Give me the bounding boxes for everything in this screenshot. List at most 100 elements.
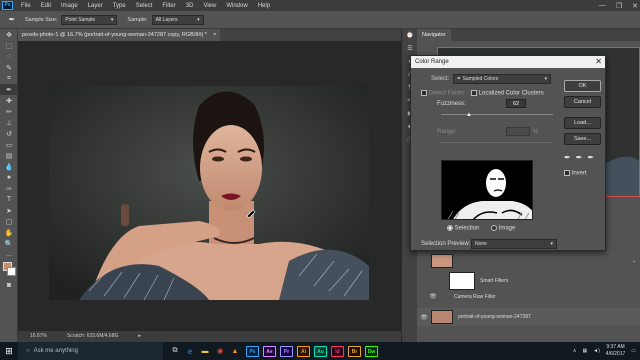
- edge-icon[interactable]: e: [184, 347, 196, 356]
- smart-filter-mask-thumbnail[interactable]: [449, 272, 475, 290]
- zoom-level[interactable]: 16.67%: [30, 331, 47, 342]
- history-panel-icon[interactable]: ⌚: [402, 29, 418, 42]
- localized-option[interactable]: Localized Color Clusters: [471, 90, 544, 97]
- eyedropper-icon[interactable]: ✒: [564, 153, 571, 162]
- minimize-button[interactable]: —: [599, 2, 606, 9]
- taskbar-app-pr-icon[interactable]: Pr: [280, 345, 293, 357]
- radio-selection-option[interactable]: Selection: [447, 225, 479, 232]
- eyedropper-minus-icon[interactable]: ✒: [587, 153, 594, 162]
- action-center-icon[interactable]: ▭: [631, 348, 636, 354]
- crop-tool-icon[interactable]: ⌗: [0, 73, 18, 84]
- selection-preview[interactable]: [441, 160, 533, 220]
- lasso-tool-icon[interactable]: ◌: [0, 51, 18, 62]
- menu-3d[interactable]: 3D: [181, 3, 199, 9]
- menu-type[interactable]: Type: [108, 3, 131, 9]
- sample-dropdown[interactable]: All Layers ▾: [151, 14, 204, 25]
- clock[interactable]: 9:37 AM 4/6/2017: [606, 344, 625, 358]
- eyedropper-preset-icon[interactable]: ✒: [3, 14, 21, 26]
- ok-button[interactable]: OK: [564, 80, 601, 92]
- menu-filter[interactable]: Filter: [157, 3, 180, 9]
- load-button[interactable]: Load...: [564, 117, 601, 129]
- cortana-search-box[interactable]: ○ Ask me anything: [18, 342, 163, 360]
- menu-image[interactable]: Image: [56, 3, 83, 9]
- windows-start-icon[interactable]: ⊞: [0, 342, 18, 360]
- layer-row-camera-raw[interactable]: 👁 Camera Raw Filter: [417, 293, 640, 301]
- path-select-tool-icon[interactable]: ➤: [0, 205, 18, 216]
- volume-icon[interactable]: ◄): [593, 348, 600, 354]
- quick-mask-icon[interactable]: ◙: [0, 280, 18, 291]
- file-explorer-icon[interactable]: ▬: [199, 348, 211, 355]
- quick-select-tool-icon[interactable]: ✎: [0, 62, 18, 73]
- taskbar-app-dw-icon[interactable]: Dw: [365, 345, 378, 357]
- marquee-tool-icon[interactable]: ⬚: [0, 40, 18, 51]
- select-dropdown[interactable]: ✒ Sampled Colors ▾: [453, 74, 551, 84]
- dodge-tool-icon[interactable]: ●: [0, 172, 18, 183]
- fuzziness-input[interactable]: 62: [506, 99, 526, 108]
- taskbar-app-ai-icon[interactable]: Ai: [297, 345, 310, 357]
- eyedropper-plus-icon[interactable]: ✒: [576, 153, 583, 162]
- taskbar-app-ae-icon[interactable]: Ae: [263, 345, 276, 357]
- gradient-tool-icon[interactable]: ▤: [0, 150, 18, 161]
- layer-row-smart-filters[interactable]: Smart Filters: [417, 272, 640, 290]
- restore-button[interactable]: ❐: [616, 2, 622, 10]
- invert-checkbox[interactable]: [564, 170, 570, 176]
- vlc-icon[interactable]: ▲: [229, 348, 241, 355]
- radio-image-option[interactable]: Image: [491, 225, 515, 232]
- taskbar-app-id-icon[interactable]: Id: [331, 345, 344, 357]
- color-swatches[interactable]: [0, 260, 18, 280]
- dialog-close-button[interactable]: ✕: [595, 56, 602, 68]
- eyedropper-tool-icon[interactable]: ✒: [0, 84, 18, 95]
- menu-layer[interactable]: Layer: [83, 3, 108, 9]
- menu-edit[interactable]: Edit: [36, 3, 56, 9]
- radio-selection[interactable]: [447, 225, 453, 231]
- pen-tool-icon[interactable]: ✑: [0, 183, 18, 194]
- close-window-button[interactable]: ✕: [632, 2, 638, 10]
- taskbar-app-br-icon[interactable]: Br: [348, 345, 361, 357]
- layer-row-base[interactable]: 👁 portrait-of-young-woman-247287: [417, 308, 640, 326]
- document-tab[interactable]: pexels-photo-1 @ 16.7% (portrait-of-youn…: [18, 29, 221, 41]
- layer-row-copy[interactable]: ⌄: [417, 254, 640, 268]
- zoom-tool-icon[interactable]: 🔍: [0, 238, 18, 249]
- menu-help[interactable]: Help: [253, 3, 275, 9]
- cancel-button[interactable]: Cancel: [564, 96, 601, 108]
- document-photo[interactable]: [49, 86, 369, 300]
- blur-tool-icon[interactable]: 💧: [0, 161, 18, 172]
- chrome-icon[interactable]: ◉: [214, 347, 226, 355]
- taskbar-app-ps-icon[interactable]: Ps: [246, 345, 259, 357]
- navigator-tab[interactable]: Navigator: [417, 29, 451, 41]
- fuzziness-slider-track[interactable]: [441, 114, 553, 115]
- brush-tool-icon[interactable]: ✏: [0, 106, 18, 117]
- localized-checkbox[interactable]: [471, 90, 477, 96]
- menu-select[interactable]: Select: [131, 3, 158, 9]
- healing-brush-tool-icon[interactable]: ✚: [0, 95, 18, 106]
- sample-size-dropdown[interactable]: Point Sample ▾: [61, 14, 118, 25]
- history-brush-tool-icon[interactable]: ↺: [0, 128, 18, 139]
- move-tool-icon[interactable]: ✥: [0, 29, 18, 40]
- clone-stamp-tool-icon[interactable]: ⊥: [0, 117, 18, 128]
- notification-chevron-icon[interactable]: ∧: [573, 348, 577, 354]
- menu-view[interactable]: View: [198, 3, 221, 9]
- menu-window[interactable]: Window: [221, 3, 252, 9]
- background-color-swatch[interactable]: [7, 267, 16, 276]
- shape-tool-icon[interactable]: ▢: [0, 216, 18, 227]
- task-view-icon[interactable]: ⧉: [169, 347, 181, 355]
- status-menu-arrow-icon[interactable]: ▸: [138, 331, 141, 342]
- menu-file[interactable]: File: [16, 3, 36, 9]
- hand-tool-icon[interactable]: ✋: [0, 227, 18, 238]
- dialog-title-bar[interactable]: Color Range: [411, 56, 605, 68]
- more-tools-icon[interactable]: …: [0, 249, 18, 260]
- layer-options-icon[interactable]: ⌄: [632, 258, 636, 264]
- fuzziness-slider-handle[interactable]: ▲: [466, 112, 472, 118]
- close-tab-button[interactable]: ×: [213, 29, 216, 41]
- save-button[interactable]: Save...: [564, 133, 601, 145]
- detect-faces-checkbox[interactable]: [421, 90, 427, 96]
- visibility-eye-icon[interactable]: 👁: [417, 314, 431, 321]
- filter-eye-icon[interactable]: 👁: [417, 293, 449, 300]
- taskbar-app-au-icon[interactable]: Au: [314, 345, 327, 357]
- eraser-tool-icon[interactable]: ▭: [0, 139, 18, 150]
- invert-option[interactable]: Invert: [564, 170, 587, 177]
- canvas-area[interactable]: [18, 41, 401, 332]
- properties-panel-icon[interactable]: ☰: [402, 42, 418, 55]
- network-icon[interactable]: ▦: [582, 348, 587, 354]
- type-tool-icon[interactable]: T: [0, 194, 18, 205]
